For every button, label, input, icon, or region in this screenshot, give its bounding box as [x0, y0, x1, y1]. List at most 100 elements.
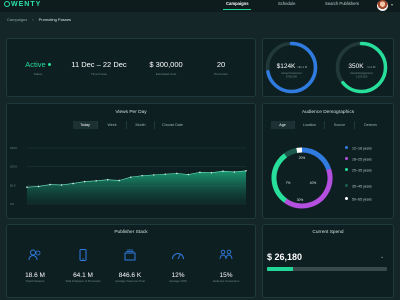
tab-devices[interactable]: Devices [355, 121, 386, 129]
chevron-down-icon[interactable]: ▾ [391, 2, 393, 7]
views-point[interactable] [106, 178, 109, 181]
spend-title: Current Spend [312, 230, 344, 235]
tab-source[interactable]: Source [325, 121, 355, 129]
y-tick-label: 50 K [10, 183, 16, 187]
stat-estimated-cost-label: Estimated Cost [155, 72, 177, 76]
app-logo[interactable]: WENTY [4, 0, 41, 9]
logo-text: WENTY [11, 1, 42, 8]
y-tick-label: 0 K [10, 202, 14, 206]
legend-label: 12–18 years [352, 146, 372, 151]
views-point[interactable] [222, 170, 224, 172]
tab-location[interactable]: Location [295, 121, 325, 129]
views-point[interactable] [129, 176, 132, 178]
legend-label: 18–25 years [352, 157, 372, 162]
tab-today[interactable]: Today [73, 121, 98, 129]
publisher-stat-cpm: 12% Average CPM [158, 248, 198, 283]
publisher-stat-views: 846.6 K Average Views per Post [110, 248, 150, 283]
publisher-value: 15% [219, 272, 233, 279]
investment-label: Actual Investment [281, 71, 302, 75]
gauge-icon [172, 253, 184, 260]
views-point[interactable] [83, 180, 86, 183]
spend-value: $ 26,180 [267, 252, 303, 262]
nav-schedule[interactable]: Schedule [278, 1, 295, 6]
breadcrumb: Campaigns › Promoting Passes [7, 17, 71, 22]
views-point[interactable] [176, 172, 178, 175]
legend-dot-icon [345, 146, 348, 149]
y-tick-label: 100 K [10, 165, 17, 169]
publisher-label: Total Followers of Promoters [65, 279, 101, 283]
legend-label: 50–65 years [352, 197, 372, 202]
chevron-down-icon[interactable]: ⌄ [380, 254, 384, 260]
views-point[interactable] [72, 182, 74, 185]
legend-item: 12–18 years [345, 146, 372, 151]
legend-label: 25–35 years [352, 168, 372, 173]
tab-age[interactable]: Age [271, 121, 295, 129]
views-point[interactable] [60, 184, 63, 186]
views-point[interactable] [245, 169, 247, 172]
legend-label: 35–45 years [352, 184, 372, 189]
views-point[interactable] [141, 174, 144, 177]
legend-dot-icon [345, 184, 348, 187]
audience-title: Audience Demographics [301, 110, 355, 115]
spend-progress-fill [267, 267, 294, 271]
views-point[interactable] [95, 180, 97, 182]
breadcrumb-campaigns[interactable]: Campaigns [7, 17, 27, 22]
engagement-suffix: / 2.4 M [367, 65, 376, 69]
stat-promoters-value: 20 [216, 60, 226, 69]
status-text: Active [25, 60, 46, 69]
publisher-stat-followers: 18.6 M Total Followers [15, 248, 55, 283]
nav-search-publishers[interactable]: Search Publishers [325, 1, 359, 6]
legend-dot-icon [345, 168, 348, 171]
stat-promoters: 20 Promoters [191, 60, 251, 76]
views-area-chart: 150 K 100 K 50 K 0 K [10, 146, 247, 206]
investment-suffix: / $2.4 M [297, 65, 308, 69]
engagement-value: 350K [348, 63, 364, 70]
views-range-tabs: Today Week Month Choose Date [73, 121, 190, 129]
views-point[interactable] [210, 171, 213, 174]
tab-choose-date[interactable]: Choose Date [155, 121, 190, 129]
user-avatar[interactable] [377, 0, 388, 11]
legend-item: 35–45 years [345, 184, 372, 189]
nav-campaigns[interactable]: Campaigns [226, 1, 249, 6]
publisher-value: 64.1 M [73, 272, 93, 279]
logo-ring-icon [4, 1, 10, 7]
legend-item: 18–25 years [345, 157, 372, 162]
publisher-stat-conversion: 15% Audience Conversion [206, 248, 246, 283]
donut-slice[interactable] [267, 143, 338, 214]
stat-promoters-label: Promoters [214, 72, 228, 76]
views-point[interactable] [152, 174, 155, 176]
views-area [27, 170, 246, 204]
audience-tabs: Age Location Source Devices [271, 121, 386, 129]
publisher-value: 18.6 M [25, 272, 45, 279]
publisher-label: Average CPM [169, 279, 187, 283]
tab-month[interactable]: Month [127, 121, 155, 129]
tab-week[interactable]: Week [98, 121, 127, 129]
publisher-value: 846.6 K [118, 272, 142, 279]
publisher-stat-promoter-followers: 64.1 M Total Followers of Promoters [63, 248, 103, 283]
engagement-label: Actual Engagement [350, 71, 373, 75]
legend-dot-icon [345, 157, 348, 160]
views-point[interactable] [49, 183, 51, 186]
investment-target: $750,000 [286, 75, 297, 79]
investment-goal: $124K / $2.4 M Actual Investment $750,00… [265, 41, 318, 94]
donut-slice-label: 7% [286, 181, 291, 185]
engagement-target: 1,200,000 [356, 75, 368, 79]
nav-active-indicator [223, 9, 251, 11]
views-point[interactable] [118, 179, 121, 182]
views-point[interactable] [199, 171, 201, 174]
publisher-label: Audience Conversion [212, 279, 240, 283]
views-point[interactable] [164, 173, 167, 175]
stat-estimated-cost: $ 300,000 Estimated Cost [136, 60, 196, 76]
stat-status: Active Status [8, 60, 68, 76]
legend-item: 25–35 years [345, 168, 372, 173]
stat-time-frame-label: Time Frame [90, 72, 108, 76]
legend-dot-icon [345, 197, 348, 200]
views-point[interactable] [26, 186, 28, 188]
donut-slice-label: 20% [299, 156, 306, 160]
publisher-label: Average Views per Post [115, 279, 145, 283]
views-point[interactable] [187, 173, 190, 176]
stat-status-value: Active [8, 60, 68, 69]
views-point[interactable] [233, 171, 236, 173]
views-point[interactable] [37, 185, 40, 188]
publisher-label: Total Followers [25, 279, 45, 283]
